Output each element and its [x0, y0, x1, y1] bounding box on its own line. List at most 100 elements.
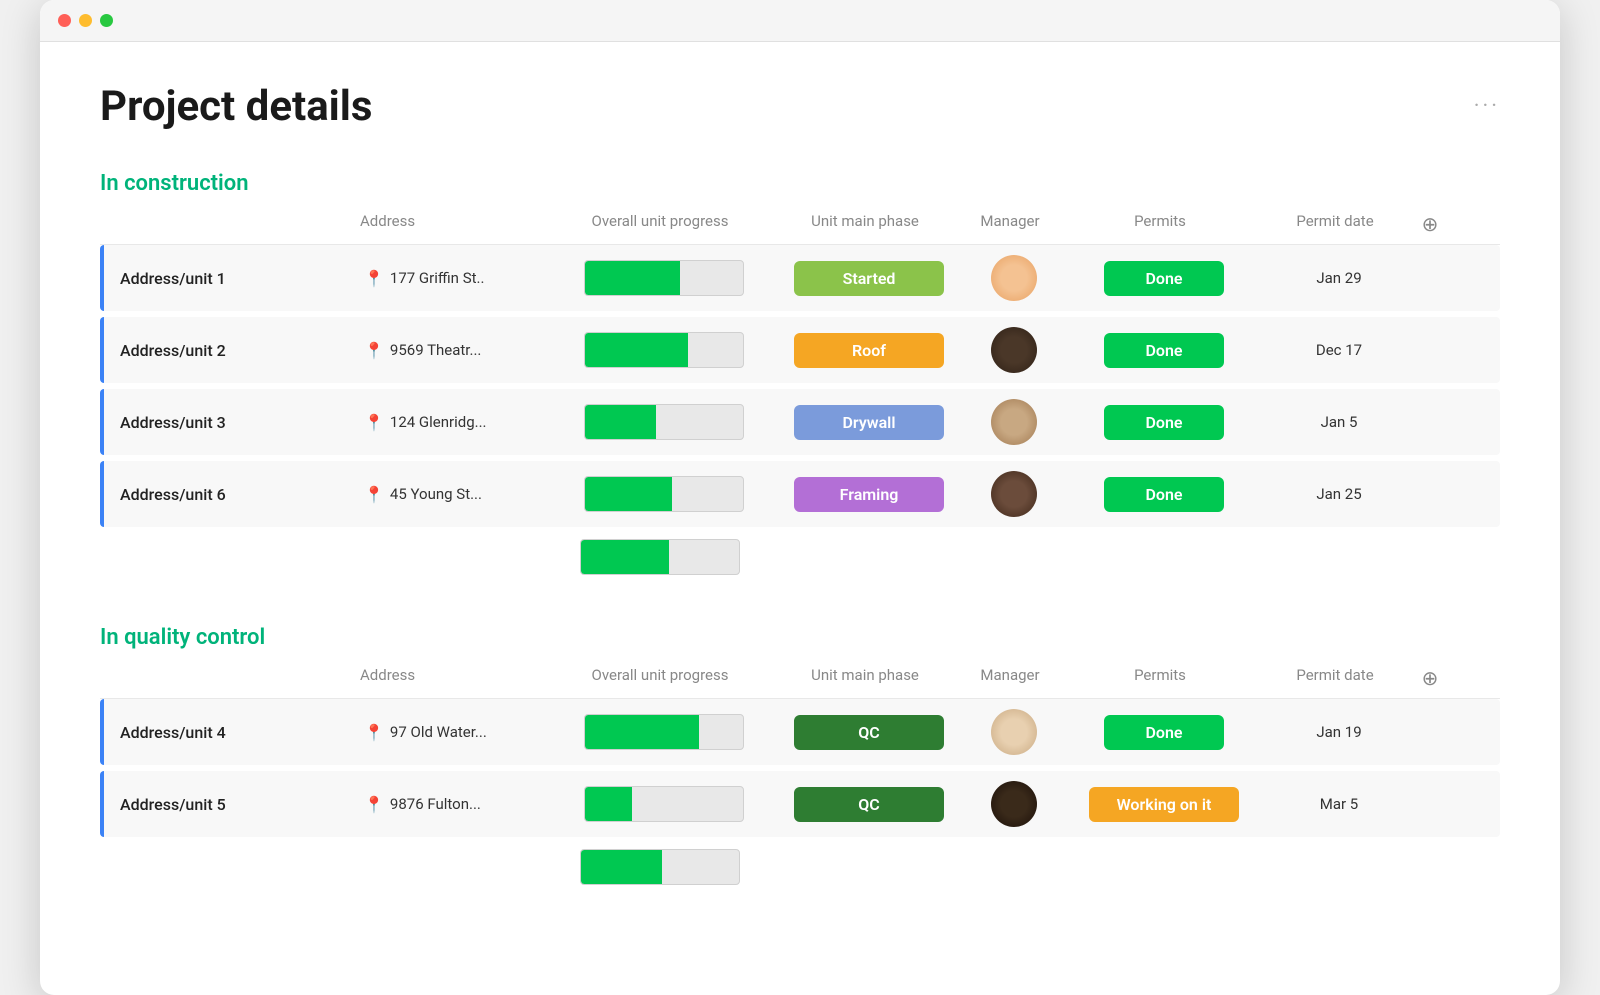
unit-name: Address/unit 4 — [104, 723, 364, 742]
permit-date: Jan 19 — [1264, 723, 1414, 741]
location-icon: 📍 — [364, 485, 384, 504]
minimize-dot[interactable] — [79, 14, 92, 27]
progress-fill — [585, 405, 656, 439]
permit-date: Mar 5 — [1264, 795, 1414, 813]
unit-address: 📍 97 Old Water... — [364, 723, 554, 742]
table-row: Address/unit 6 📍 45 Young St... Framing — [100, 461, 1500, 527]
add-column-icon[interactable]: ⊕ — [1422, 212, 1439, 236]
progress-container — [554, 404, 774, 440]
progress-container — [554, 332, 774, 368]
phase-badge: Roof — [774, 333, 964, 368]
unit-name: Address/unit 2 — [104, 341, 364, 360]
phase-badge: Started — [774, 261, 964, 296]
permits-cell: Done — [1064, 715, 1264, 750]
location-icon: 📍 — [364, 413, 384, 432]
col-add: ⊕ — [1410, 666, 1450, 690]
construction-table: Address Overall unit progress Unit main … — [100, 212, 1500, 575]
section-construction-title: In construction — [100, 171, 1500, 196]
summary-progress-fill — [581, 850, 662, 884]
phase-pill: Framing — [794, 477, 944, 512]
avatar — [991, 709, 1037, 755]
table-row: Address/unit 2 📍 9569 Theatr... Roof — [100, 317, 1500, 383]
col-manager: Manager — [960, 666, 1060, 690]
permits-cell: Done — [1064, 261, 1264, 296]
unit-name: Address/unit 5 — [104, 795, 364, 814]
phase-pill: QC — [794, 715, 944, 750]
add-column-icon[interactable]: ⊕ — [1422, 666, 1439, 690]
col-phase: Unit main phase — [770, 666, 960, 690]
maximize-dot[interactable] — [100, 14, 113, 27]
phase-pill: Drywall — [794, 405, 944, 440]
progress-fill — [585, 477, 672, 511]
section-qc-title: In quality control — [100, 625, 1500, 650]
location-icon: 📍 — [364, 269, 384, 288]
permits-cell: Working on it — [1064, 787, 1264, 822]
manager-cell — [964, 255, 1064, 301]
section-construction: In construction Address Overall unit pro… — [100, 171, 1500, 575]
phase-badge: QC — [774, 715, 964, 750]
permits-cell: Done — [1064, 333, 1264, 368]
address-text: 9876 Fulton... — [390, 795, 481, 813]
page-title: Project details — [100, 82, 373, 131]
col-unit — [100, 212, 360, 236]
permit-date: Dec 17 — [1264, 341, 1414, 359]
table-row: Address/unit 4 📍 97 Old Water... QC — [100, 699, 1500, 765]
location-icon: 📍 — [364, 795, 384, 814]
permit-badge: Done — [1104, 405, 1224, 440]
progress-container — [554, 786, 774, 822]
titlebar — [40, 0, 1560, 42]
avatar — [991, 327, 1037, 373]
col-address: Address — [360, 666, 550, 690]
progress-fill — [585, 261, 680, 295]
close-dot[interactable] — [58, 14, 71, 27]
address-text: 45 Young St... — [390, 485, 482, 503]
progress-fill — [585, 333, 688, 367]
table-row: Address/unit 1 📍 177 Griffin St.. Starte… — [100, 245, 1500, 311]
unit-name: Address/unit 1 — [104, 269, 364, 288]
progress-fill — [585, 787, 632, 821]
avatar — [991, 255, 1037, 301]
col-permit-date: Permit date — [1260, 212, 1410, 236]
summary-progress-bar — [580, 539, 740, 575]
more-options-button[interactable]: ··· — [1474, 94, 1500, 119]
manager-cell — [964, 471, 1064, 517]
qc-table-header: Address Overall unit progress Unit main … — [100, 666, 1500, 699]
progress-bar — [584, 260, 744, 296]
phase-badge: QC — [774, 787, 964, 822]
manager-cell — [964, 399, 1064, 445]
summary-progress-bar — [580, 849, 740, 885]
permit-date: Jan 5 — [1264, 413, 1414, 431]
progress-bar — [584, 404, 744, 440]
progress-container — [554, 260, 774, 296]
col-address: Address — [360, 212, 550, 236]
unit-address: 📍 9569 Theatr... — [364, 341, 554, 360]
phase-pill: QC — [794, 787, 944, 822]
progress-bar — [584, 476, 744, 512]
address-text: 177 Griffin St.. — [390, 269, 485, 287]
phase-pill: Started — [794, 261, 944, 296]
table-row: Address/unit 3 📍 124 Glenridg... Drywall — [100, 389, 1500, 455]
manager-cell — [964, 781, 1064, 827]
progress-bar — [584, 786, 744, 822]
progress-container — [554, 714, 774, 750]
page-content: Project details ··· In construction Addr… — [40, 42, 1560, 995]
unit-address: 📍 9876 Fulton... — [364, 795, 554, 814]
manager-cell — [964, 327, 1064, 373]
summary-progress-fill — [581, 540, 669, 574]
unit-name: Address/unit 3 — [104, 413, 364, 432]
page-header: Project details ··· — [100, 82, 1500, 131]
permits-cell: Done — [1064, 477, 1264, 512]
col-unit — [100, 666, 360, 690]
unit-address: 📍 45 Young St... — [364, 485, 554, 504]
avatar — [991, 471, 1037, 517]
col-permits: Permits — [1060, 212, 1260, 236]
progress-bar — [584, 332, 744, 368]
col-progress: Overall unit progress — [550, 212, 770, 236]
progress-bar — [584, 714, 744, 750]
permit-badge: Done — [1104, 477, 1224, 512]
phase-pill: Roof — [794, 333, 944, 368]
progress-fill — [585, 715, 699, 749]
permit-badge: Working on it — [1089, 787, 1240, 822]
address-text: 97 Old Water... — [390, 723, 487, 741]
address-text: 124 Glenridg... — [390, 413, 487, 431]
